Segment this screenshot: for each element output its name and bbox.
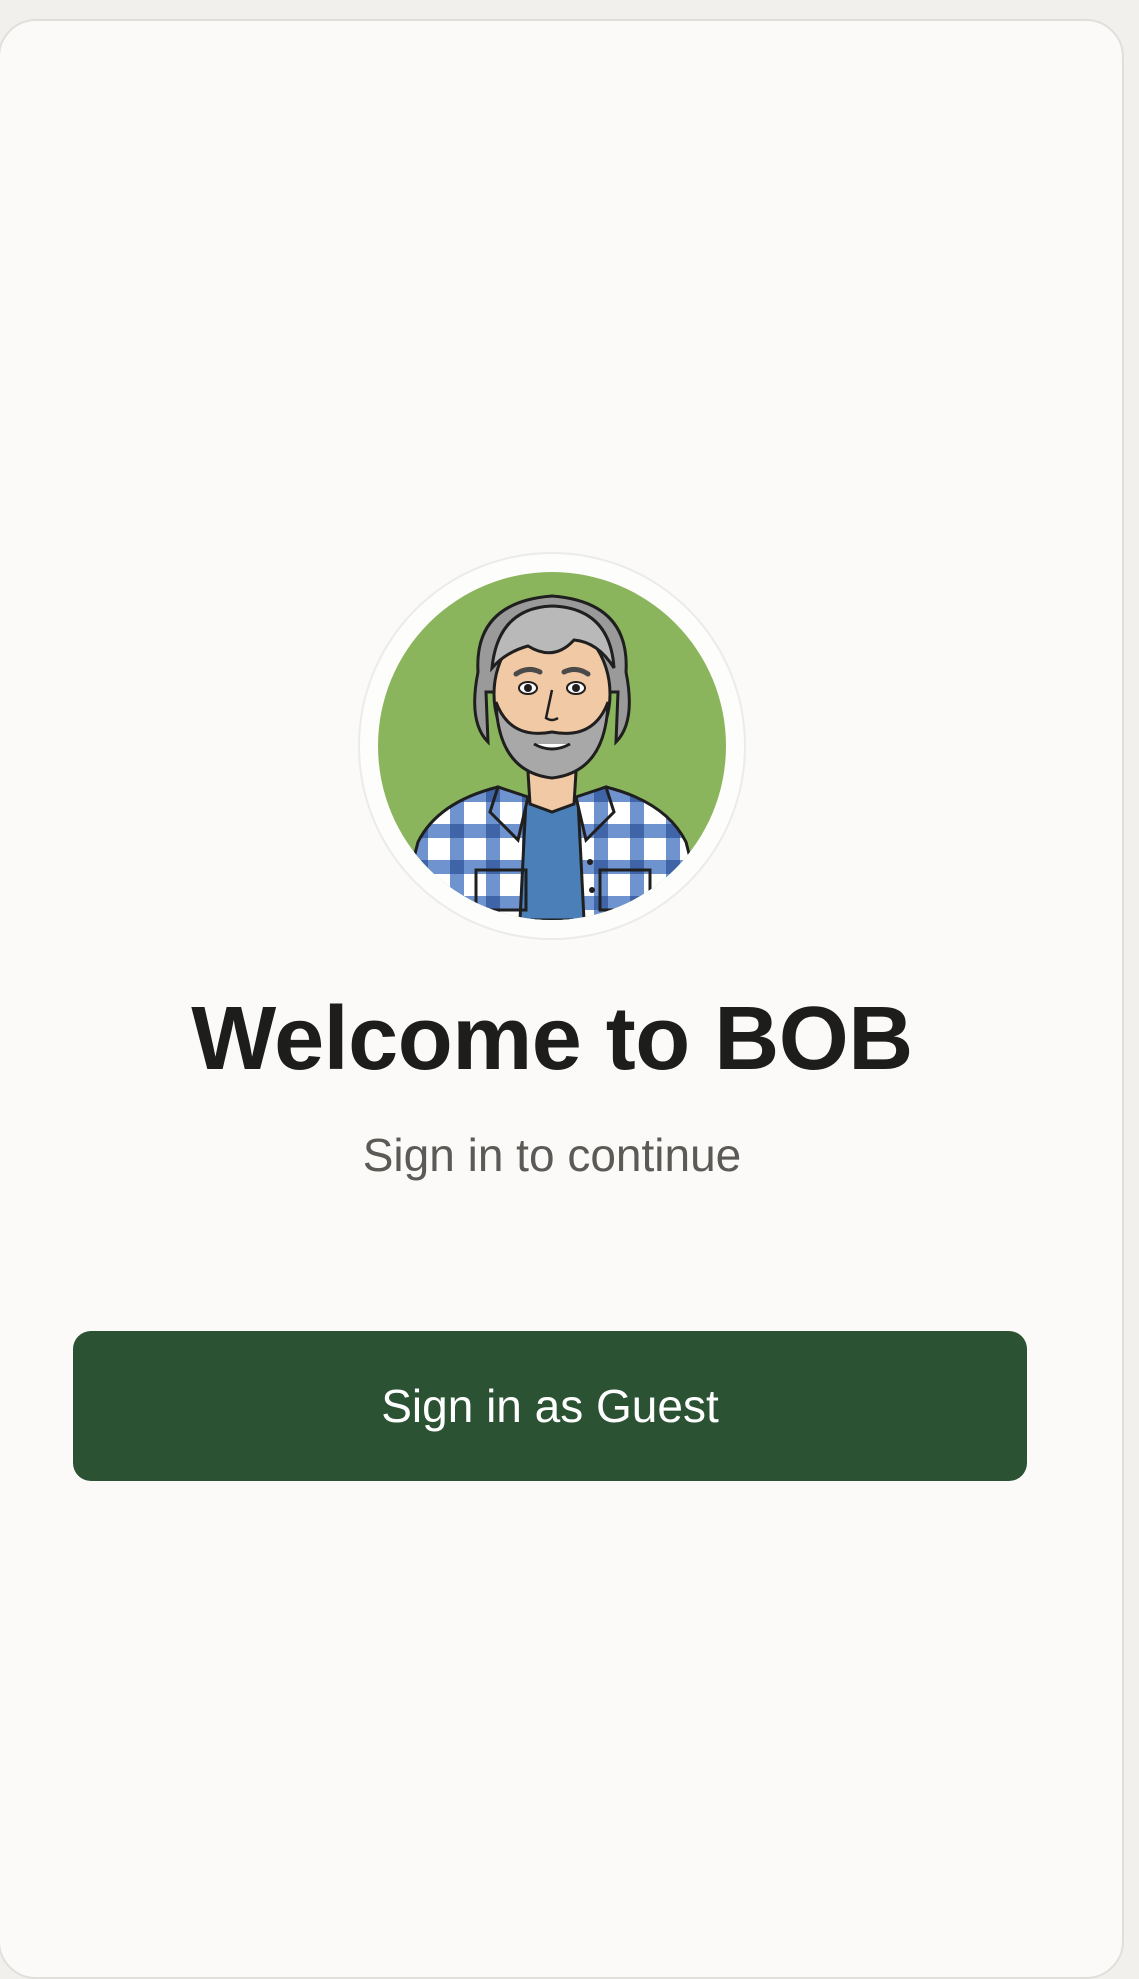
user-avatar-illustration <box>378 572 726 920</box>
page-subtitle: Sign in to continue <box>362 1129 742 1181</box>
sign-in-card: Welcome to BOB Sign in to continue Sign … <box>0 19 1124 1979</box>
page-title: Welcome to BOB <box>191 989 913 1089</box>
avatar <box>360 554 744 938</box>
sign-in-guest-button[interactable]: Sign in as Guest <box>73 1331 1027 1481</box>
